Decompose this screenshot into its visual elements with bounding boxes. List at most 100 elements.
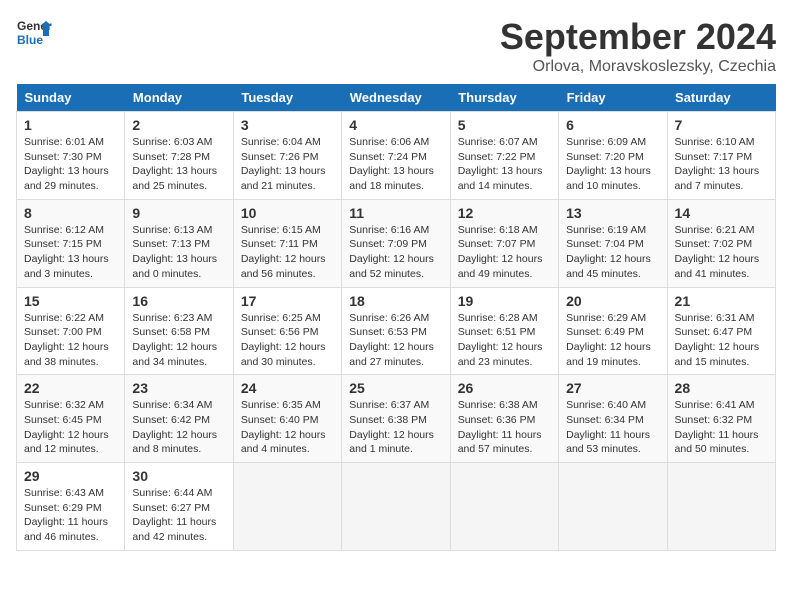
day-number: 17 [241, 293, 334, 309]
col-header-monday: Monday [125, 84, 233, 112]
day-cell: 19 Sunrise: 6:28 AM Sunset: 6:51 PM Dayli… [450, 287, 558, 375]
day-number: 19 [458, 293, 551, 309]
day-cell: 7Sunrise: 6:10 AM Sunset: 7:17 PM Daylig… [667, 112, 775, 200]
day-info: Sunrise: 6:06 AM Sunset: 7:24 PM Dayligh… [349, 135, 442, 194]
day-number: 8 [24, 205, 117, 221]
day-cell: 12Sunrise: 6:18 AM Sunset: 7:07 PM Dayli… [450, 199, 558, 287]
title-area: September 2024 Orlova, Moravskoslezsky, … [500, 16, 776, 76]
week-row-0: 1 Sunrise: 6:01 AM Sunset: 7:30 PM Daylig… [17, 112, 776, 200]
day-info: Sunrise: 6:43 AM Sunset: 6:29 PM Dayligh… [24, 486, 117, 545]
day-cell: 24 Sunrise: 6:35 AM Sunset: 6:40 PM Dayli… [233, 375, 341, 463]
week-row-3: 22Sunrise: 6:32 AM Sunset: 6:45 PM Dayli… [17, 375, 776, 463]
week-row-4: 29 Sunrise: 6:43 AM Sunset: 6:29 PM Dayli… [17, 463, 776, 551]
day-cell [233, 463, 341, 551]
location: Orlova, Moravskoslezsky, Czechia [500, 58, 776, 76]
day-cell: 11 Sunrise: 6:16 AM Sunset: 7:09 PM Dayli… [342, 199, 450, 287]
day-info: Sunrise: 6:26 AM Sunset: 6:53 PM Dayligh… [349, 311, 442, 370]
day-info: Sunrise: 6:01 AM Sunset: 7:30 PM Dayligh… [24, 135, 117, 194]
day-cell: 1 Sunrise: 6:01 AM Sunset: 7:30 PM Daylig… [17, 112, 125, 200]
logo: General Blue [16, 16, 52, 52]
day-number: 30 [132, 468, 225, 484]
col-header-friday: Friday [559, 84, 667, 112]
day-cell: 17 Sunrise: 6:25 AM Sunset: 6:56 PM Dayli… [233, 287, 341, 375]
day-info: Sunrise: 6:09 AM Sunset: 7:20 PM Dayligh… [566, 135, 659, 194]
day-number: 9 [132, 205, 225, 221]
day-number: 10 [241, 205, 334, 221]
day-number: 6 [566, 117, 659, 133]
day-number: 4 [349, 117, 442, 133]
col-header-tuesday: Tuesday [233, 84, 341, 112]
day-cell: 2Sunrise: 6:03 AM Sunset: 7:28 PM Daylig… [125, 112, 233, 200]
day-info: Sunrise: 6:38 AM Sunset: 6:36 PM Dayligh… [458, 398, 551, 457]
day-number: 24 [241, 380, 334, 396]
day-info: Sunrise: 6:21 AM Sunset: 7:02 PM Dayligh… [675, 223, 768, 282]
day-number: 5 [458, 117, 551, 133]
header-row: SundayMondayTuesdayWednesdayThursdayFrid… [17, 84, 776, 112]
day-number: 16 [132, 293, 225, 309]
day-cell [667, 463, 775, 551]
day-number: 15 [24, 293, 117, 309]
day-number: 28 [675, 380, 768, 396]
col-header-saturday: Saturday [667, 84, 775, 112]
day-info: Sunrise: 6:18 AM Sunset: 7:07 PM Dayligh… [458, 223, 551, 282]
week-row-2: 15 Sunrise: 6:22 AM Sunset: 7:00 PM Dayli… [17, 287, 776, 375]
day-cell: 5 Sunrise: 6:07 AM Sunset: 7:22 PM Daylig… [450, 112, 558, 200]
day-info: Sunrise: 6:19 AM Sunset: 7:04 PM Dayligh… [566, 223, 659, 282]
day-cell: 14Sunrise: 6:21 AM Sunset: 7:02 PM Dayli… [667, 199, 775, 287]
col-header-sunday: Sunday [17, 84, 125, 112]
day-cell: 3 Sunrise: 6:04 AM Sunset: 7:26 PM Daylig… [233, 112, 341, 200]
day-number: 23 [132, 380, 225, 396]
day-number: 25 [349, 380, 442, 396]
day-number: 18 [349, 293, 442, 309]
day-cell: 30 Sunrise: 6:44 AM Sunset: 6:27 PM Dayli… [125, 463, 233, 551]
day-info: Sunrise: 6:25 AM Sunset: 6:56 PM Dayligh… [241, 311, 334, 370]
col-header-thursday: Thursday [450, 84, 558, 112]
day-number: 7 [675, 117, 768, 133]
day-cell: 22Sunrise: 6:32 AM Sunset: 6:45 PM Dayli… [17, 375, 125, 463]
day-info: Sunrise: 6:37 AM Sunset: 6:38 PM Dayligh… [349, 398, 442, 457]
day-info: Sunrise: 6:23 AM Sunset: 6:58 PM Dayligh… [132, 311, 225, 370]
day-cell [559, 463, 667, 551]
day-info: Sunrise: 6:34 AM Sunset: 6:42 PM Dayligh… [132, 398, 225, 457]
day-number: 27 [566, 380, 659, 396]
day-cell: 4 Sunrise: 6:06 AM Sunset: 7:24 PM Daylig… [342, 112, 450, 200]
day-number: 2 [132, 117, 225, 133]
day-cell: 8 Sunrise: 6:12 AM Sunset: 7:15 PM Daylig… [17, 199, 125, 287]
day-number: 21 [675, 293, 768, 309]
day-number: 3 [241, 117, 334, 133]
day-cell: 10 Sunrise: 6:15 AM Sunset: 7:11 PM Dayli… [233, 199, 341, 287]
day-cell: 6 Sunrise: 6:09 AM Sunset: 7:20 PM Daylig… [559, 112, 667, 200]
day-number: 11 [349, 205, 442, 221]
day-number: 26 [458, 380, 551, 396]
day-cell: 16 Sunrise: 6:23 AM Sunset: 6:58 PM Dayli… [125, 287, 233, 375]
day-info: Sunrise: 6:16 AM Sunset: 7:09 PM Dayligh… [349, 223, 442, 282]
day-info: Sunrise: 6:15 AM Sunset: 7:11 PM Dayligh… [241, 223, 334, 282]
day-number: 20 [566, 293, 659, 309]
day-info: Sunrise: 6:07 AM Sunset: 7:22 PM Dayligh… [458, 135, 551, 194]
day-number: 29 [24, 468, 117, 484]
day-number: 1 [24, 117, 117, 133]
day-cell: 21Sunrise: 6:31 AM Sunset: 6:47 PM Dayli… [667, 287, 775, 375]
day-cell: 15 Sunrise: 6:22 AM Sunset: 7:00 PM Dayli… [17, 287, 125, 375]
day-cell: 20Sunrise: 6:29 AM Sunset: 6:49 PM Dayli… [559, 287, 667, 375]
svg-text:Blue: Blue [17, 33, 43, 47]
day-cell: 26 Sunrise: 6:38 AM Sunset: 6:36 PM Dayli… [450, 375, 558, 463]
day-cell: 29 Sunrise: 6:43 AM Sunset: 6:29 PM Dayli… [17, 463, 125, 551]
day-info: Sunrise: 6:04 AM Sunset: 7:26 PM Dayligh… [241, 135, 334, 194]
day-number: 13 [566, 205, 659, 221]
day-info: Sunrise: 6:35 AM Sunset: 6:40 PM Dayligh… [241, 398, 334, 457]
day-cell [450, 463, 558, 551]
day-info: Sunrise: 6:22 AM Sunset: 7:00 PM Dayligh… [24, 311, 117, 370]
day-cell: 27Sunrise: 6:40 AM Sunset: 6:34 PM Dayli… [559, 375, 667, 463]
day-info: Sunrise: 6:44 AM Sunset: 6:27 PM Dayligh… [132, 486, 225, 545]
day-info: Sunrise: 6:41 AM Sunset: 6:32 PM Dayligh… [675, 398, 768, 457]
day-info: Sunrise: 6:12 AM Sunset: 7:15 PM Dayligh… [24, 223, 117, 282]
day-info: Sunrise: 6:28 AM Sunset: 6:51 PM Dayligh… [458, 311, 551, 370]
day-cell: 28 Sunrise: 6:41 AM Sunset: 6:32 PM Dayli… [667, 375, 775, 463]
month-title: September 2024 [500, 16, 776, 58]
day-cell: 9 Sunrise: 6:13 AM Sunset: 7:13 PM Daylig… [125, 199, 233, 287]
day-cell: 25 Sunrise: 6:37 AM Sunset: 6:38 PM Dayli… [342, 375, 450, 463]
day-cell: 18 Sunrise: 6:26 AM Sunset: 6:53 PM Dayli… [342, 287, 450, 375]
logo-svg: General Blue [16, 16, 52, 52]
day-info: Sunrise: 6:13 AM Sunset: 7:13 PM Dayligh… [132, 223, 225, 282]
